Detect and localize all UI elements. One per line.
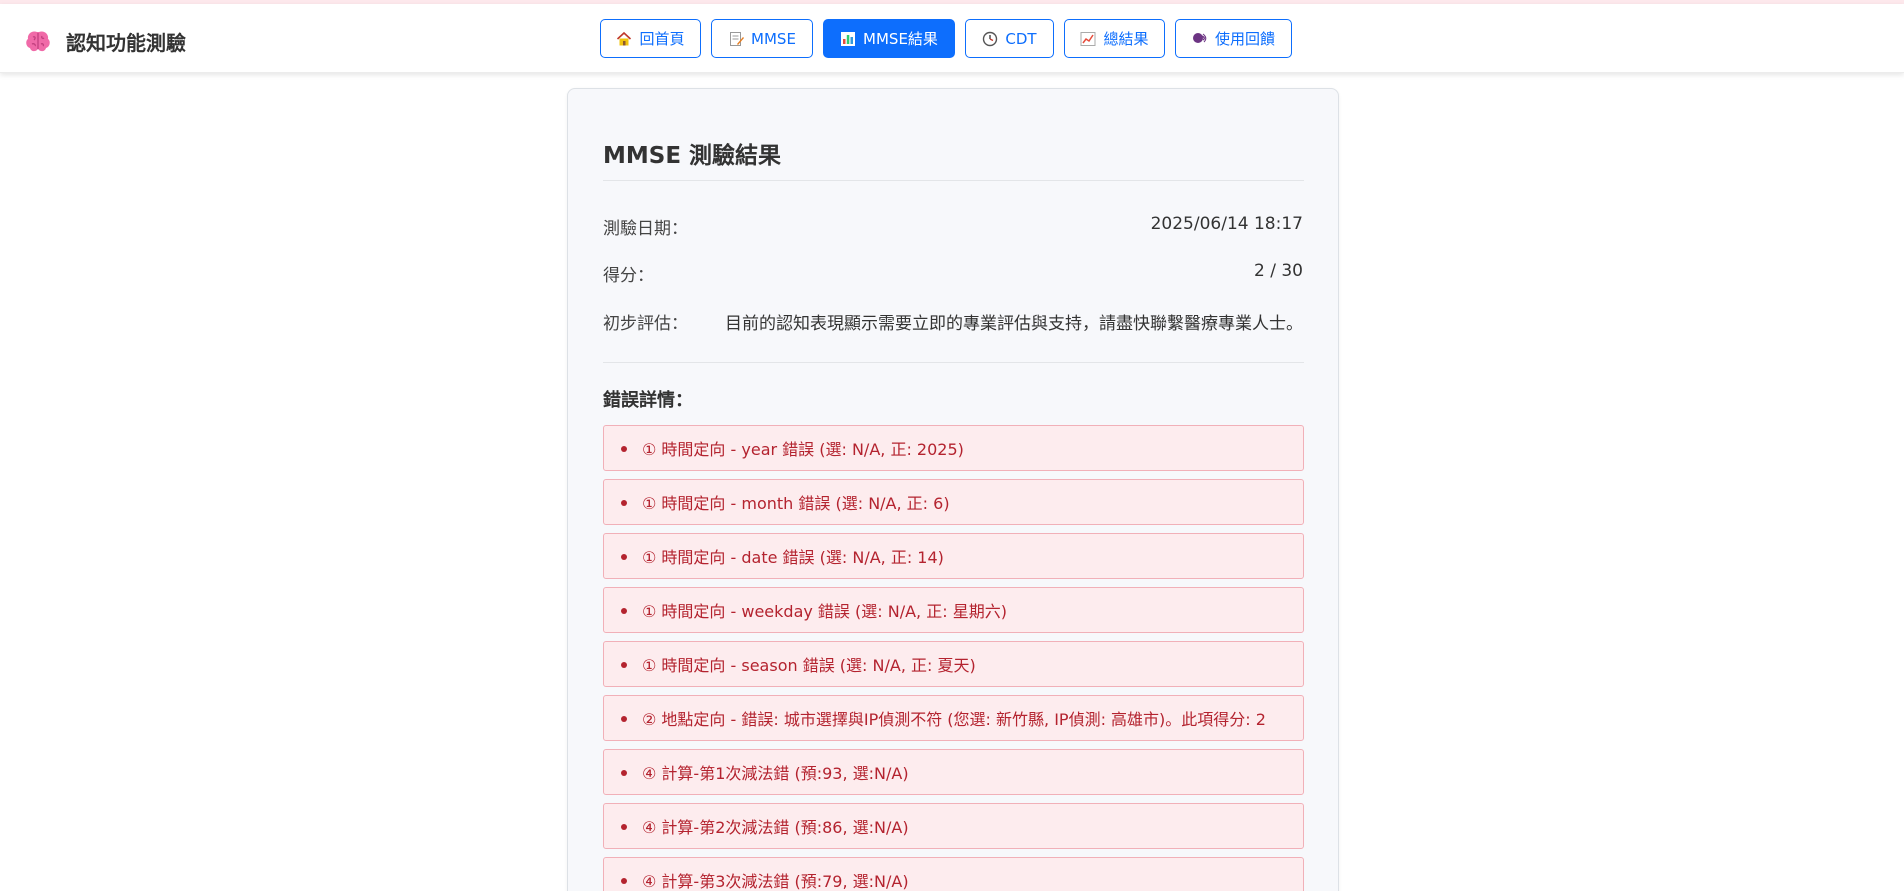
- nav-cdt-label: CDT: [1005, 29, 1037, 48]
- nav-feedback-label: 使用回饋: [1214, 30, 1275, 48]
- nav-mmse-button[interactable]: MMSE: [711, 19, 813, 58]
- nav-summary-button[interactable]: 總結果: [1064, 19, 1165, 58]
- error-item: ② 地點定向 - 錯誤: 城市選擇與IP偵測不符 (您選: 新竹縣, IP偵測:…: [603, 695, 1304, 741]
- error-item: ① 時間定向 - date 錯誤 (選: N/A, 正: 14): [603, 533, 1304, 579]
- bullet: [621, 824, 627, 830]
- nav-cdt-button[interactable]: CDT: [965, 19, 1054, 58]
- bullet: [621, 500, 627, 506]
- error-text: ① 時間定向 - weekday 錯誤 (選: N/A, 正: 星期六): [642, 602, 1007, 621]
- error-text: ④ 計算-第1次減法錯 (預:93, 選:N/A): [642, 764, 909, 783]
- error-item: ① 時間定向 - season 錯誤 (選: N/A, 正: 夏天): [603, 641, 1304, 687]
- brand[interactable]: 認知功能測驗: [24, 26, 186, 56]
- nav-mmse-result-button[interactable]: MMSE結果: [823, 19, 955, 58]
- brain-icon: [24, 27, 52, 55]
- error-text: ② 地點定向 - 錯誤: 城市選擇與IP偵測不符 (您選: 新竹縣, IP偵測:…: [642, 710, 1266, 729]
- bullet: [621, 716, 627, 722]
- bullet: [621, 446, 627, 452]
- memo-icon: [728, 31, 745, 47]
- error-text: ④ 計算-第2次減法錯 (預:86, 選:N/A): [642, 818, 909, 837]
- nav-summary-label: 總結果: [1103, 30, 1149, 48]
- trend-chart-icon: [1080, 31, 1096, 47]
- error-text: ① 時間定向 - date 錯誤 (選: N/A, 正: 14): [642, 548, 944, 567]
- error-item: ① 時間定向 - year 錯誤 (選: N/A, 正: 2025): [603, 425, 1304, 471]
- error-text: ① 時間定向 - year 錯誤 (選: N/A, 正: 2025): [642, 440, 964, 459]
- error-item: ① 時間定向 - weekday 錯誤 (選: N/A, 正: 星期六): [603, 587, 1304, 633]
- error-text: ① 時間定向 - month 錯誤 (選: N/A, 正: 6): [642, 494, 950, 513]
- score-label: 得分：: [603, 266, 654, 286]
- bar-chart-icon: [840, 31, 856, 47]
- error-item: ① 時間定向 - month 錯誤 (選: N/A, 正: 6): [603, 479, 1304, 525]
- error-item: ④ 計算-第1次減法錯 (預:93, 選:N/A): [603, 749, 1304, 795]
- info-divider: [603, 362, 1304, 363]
- speech-icon: [1192, 31, 1208, 47]
- bullet: [621, 770, 627, 776]
- clock-icon: [982, 31, 998, 47]
- errors-title: 錯誤詳情：: [603, 390, 693, 411]
- nav-home-label: 回首頁: [639, 30, 685, 48]
- app-title: 認知功能測驗: [66, 30, 186, 55]
- date-label: 測驗日期：: [603, 219, 688, 239]
- error-text: ① 時間定向 - season 錯誤 (選: N/A, 正: 夏天): [642, 656, 976, 675]
- title-divider: [603, 180, 1304, 181]
- assessment-label: 初步評估：: [603, 314, 688, 334]
- error-item: ④ 計算-第2次減法錯 (預:86, 選:N/A): [603, 803, 1304, 849]
- bullet: [621, 878, 627, 884]
- nav-mmse-label: MMSE: [751, 29, 796, 48]
- house-icon: [616, 31, 632, 47]
- nav-home-button[interactable]: 回首頁: [600, 19, 701, 58]
- nav-buttons: 回首頁 MMSE MMSE結果 CDT 總結果 使用回饋: [600, 19, 1302, 58]
- score-value: 2 / 30: [1254, 261, 1303, 281]
- error-text: ④ 計算-第3次減法錯 (預:79, 選:N/A): [642, 872, 909, 891]
- error-list: ① 時間定向 - year 錯誤 (選: N/A, 正: 2025) ① 時間定…: [603, 425, 1304, 891]
- bullet: [621, 662, 627, 668]
- nav-feedback-button[interactable]: 使用回饋: [1175, 19, 1292, 58]
- error-item: ④ 計算-第3次減法錯 (預:79, 選:N/A): [603, 857, 1304, 891]
- date-value: 2025/06/14 18:17: [1150, 214, 1303, 234]
- navbar: 認知功能測驗 回首頁 MMSE MMSE結果 CDT 總結果 使用回饋: [0, 4, 1904, 73]
- bullet: [621, 608, 627, 614]
- result-title: MMSE 測驗結果: [603, 143, 782, 169]
- nav-mmse-result-label: MMSE結果: [863, 30, 938, 48]
- bullet: [621, 554, 627, 560]
- assessment-value: 目前的認知表現顯示需要立即的專業評估與支持，請盡快聯繫醫療專業人士。: [725, 314, 1303, 334]
- result-card: MMSE 測驗結果 測驗日期： 2025/06/14 18:17 得分： 2 /…: [567, 88, 1339, 891]
